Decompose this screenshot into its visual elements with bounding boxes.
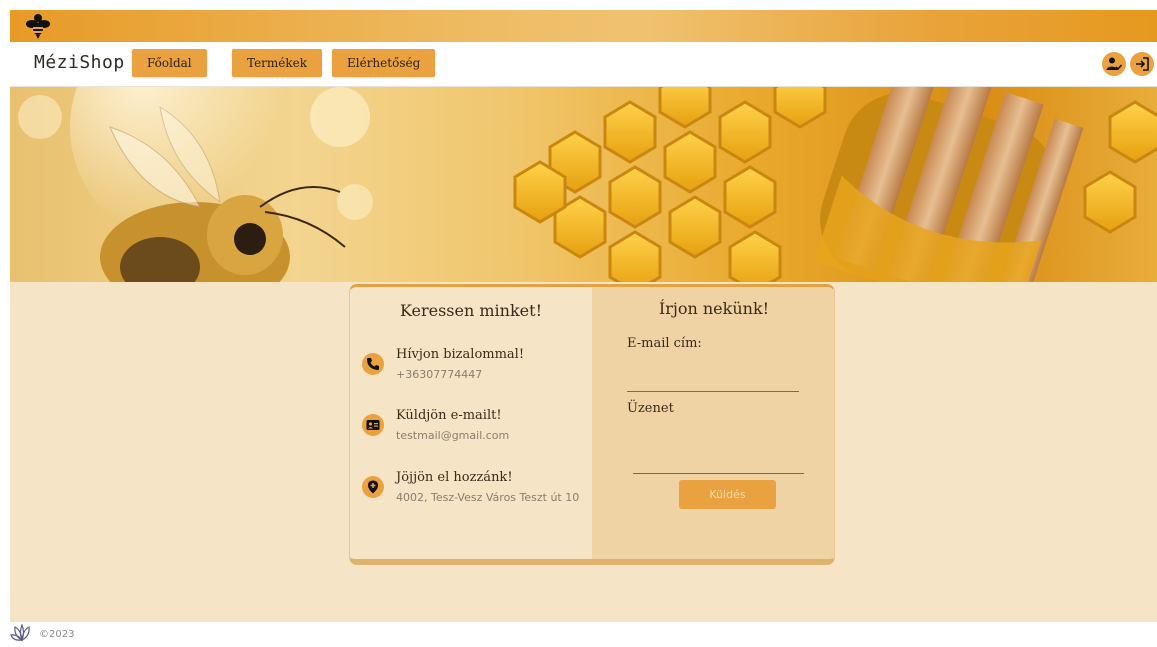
contact-info-title: Keressen minket! [399,301,542,320]
login-icon[interactable] [1130,52,1154,76]
email-field-label: E-mail cím: [627,336,702,351]
brand-logo-text[interactable]: MéziShop [34,52,125,73]
message-field-label: Üzenet [627,401,674,416]
phone-icon [362,353,384,375]
id-card-icon [362,414,384,436]
contact-address-value: 4002, Tesz-Vesz Város Teszt út 10 [396,491,580,504]
nav-home-button[interactable]: Főoldal [132,49,207,77]
message-form-title: Írjon nekünk! [658,299,770,318]
message-field[interactable] [633,449,804,474]
contact-info-panel: Keressen minket! Hívjon bizalommal! +363… [350,287,592,559]
contact-email-heading: Küldjön e-mailt! [396,408,502,423]
contact-address-heading: Jöjjön el hozzánk! [396,470,513,485]
email-field[interactable] [627,367,799,392]
contact-phone-value[interactable]: +36307774447 [396,368,482,381]
flower-logo-icon [10,623,30,642]
nav-products-button[interactable]: Termékek [232,49,323,77]
footer-copyright: ©2023 [39,629,75,640]
map-pin-icon [362,476,384,498]
navbar: MéziShop Főoldal Termékek Elérhetőség [10,42,1157,87]
main-content: Keressen minket! Hívjon bizalommal! +363… [10,282,1157,622]
contact-phone-heading: Hívjon bizalommal! [396,347,525,362]
footer: ©2023 [10,623,74,644]
message-form-panel: Írjon nekünk! E-mail cím: Üzenet Küldés [592,287,834,559]
contact-email-value[interactable]: testmail@gmail.com [396,429,509,442]
bee-icon [24,13,52,39]
contact-card: Keressen minket! Hívjon bizalommal! +363… [349,284,835,565]
top-banner-bar [10,10,1157,42]
hero-bee-honey-illustration [18,87,1157,282]
hero-banner [10,87,1157,282]
user-check-icon[interactable] [1102,52,1126,76]
nav-contact-button[interactable]: Elérhetőség [332,49,436,77]
send-button[interactable]: Küldés [679,480,776,509]
